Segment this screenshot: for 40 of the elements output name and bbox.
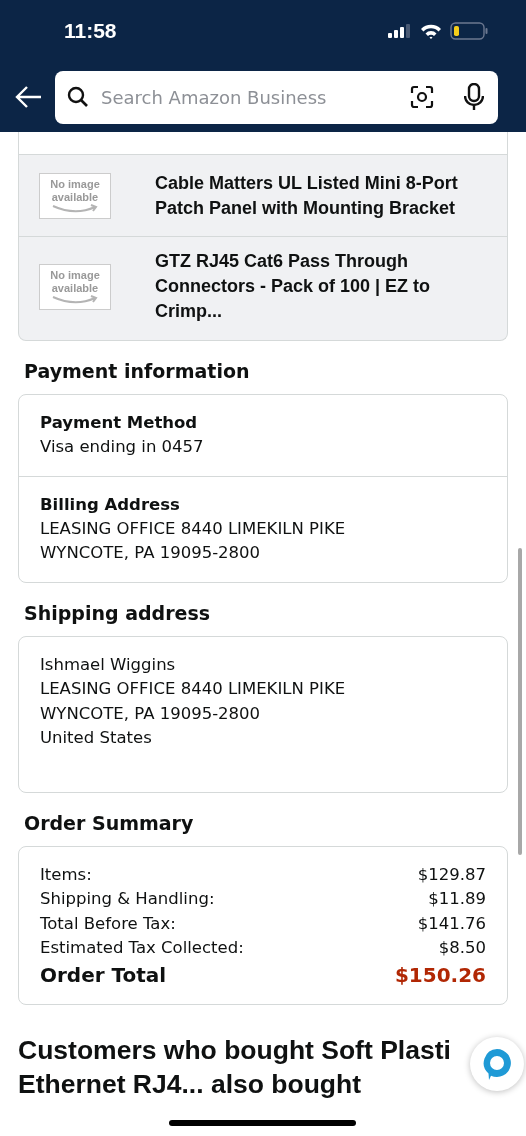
total-label: Order Total (40, 961, 167, 989)
back-arrow-icon[interactable] (14, 85, 42, 109)
address-line: United States (40, 727, 153, 749)
signal-icon (388, 24, 412, 38)
status-time: 11:58 (64, 19, 117, 43)
product-row[interactable]: No image available GTZ RJ45 Cat6 Pass Through Connectors - Pack of 100 | EZ to Crimp... (19, 237, 507, 340)
summary-label: Shipping & Handling: (40, 888, 215, 910)
address-line: WYNCOTE, PA 19095-2800 (40, 702, 262, 725)
search-icon (67, 86, 89, 108)
field-label: Payment Method (40, 412, 199, 434)
microphone-icon[interactable] (464, 83, 484, 111)
assistant-button[interactable] (470, 1036, 524, 1091)
camera-scan-icon[interactable] (410, 85, 434, 109)
section-heading: Customers who bought Soft Plasti (18, 1033, 451, 1067)
product-title: GTZ RJ45 Cat6 Pass Through Connectors - Pack of 100 | EZ to Crimp... (155, 250, 432, 323)
field-value: LEASING OFFICE 8440 LIMEKILN PIKE (40, 517, 347, 540)
search-bar[interactable]: Search Amazon Business (55, 70, 498, 124)
address-line: Ishmael Wiggins (40, 653, 177, 676)
summary-label: Total Before Tax: (40, 912, 176, 935)
product-title: Cable Matters UL Listed Mini 8-Port Patch Panel with Mounting Bracket (155, 171, 459, 220)
no-image-placeholder: No image available (39, 263, 111, 310)
battery-icon (450, 22, 488, 40)
section-heading: Shipping address (24, 600, 212, 626)
summary-label: Items: (40, 863, 92, 886)
section-heading: Order Summary (24, 810, 195, 836)
wifi-icon (420, 23, 442, 39)
field-value: WYNCOTE, PA 19095-2800 (40, 542, 262, 564)
summary-label: Estimated Tax Collected: (40, 937, 244, 959)
summary-amount: $141.76 (417, 912, 486, 935)
address-line: LEASING OFFICE 8440 LIMEKILN PIKE (40, 678, 347, 700)
section-heading: Payment information (24, 359, 251, 384)
section-heading: Ethernet RJ4... also bought (18, 1067, 362, 1101)
summary-amount: $129.87 (417, 863, 486, 886)
total-amount: $150.26 (394, 961, 486, 989)
product-row[interactable]: No image available Cable Matters UL Listed Mini 8-Port Patch Panel with Mounting Bracket (19, 155, 507, 237)
field-value: Visa ending in 0457 (40, 436, 205, 458)
summary-amount: $11.89 (428, 888, 486, 910)
summary-amount: $8.50 (438, 937, 486, 959)
no-image-placeholder: No image available (39, 172, 111, 219)
field-label: Billing Address (40, 493, 181, 516)
